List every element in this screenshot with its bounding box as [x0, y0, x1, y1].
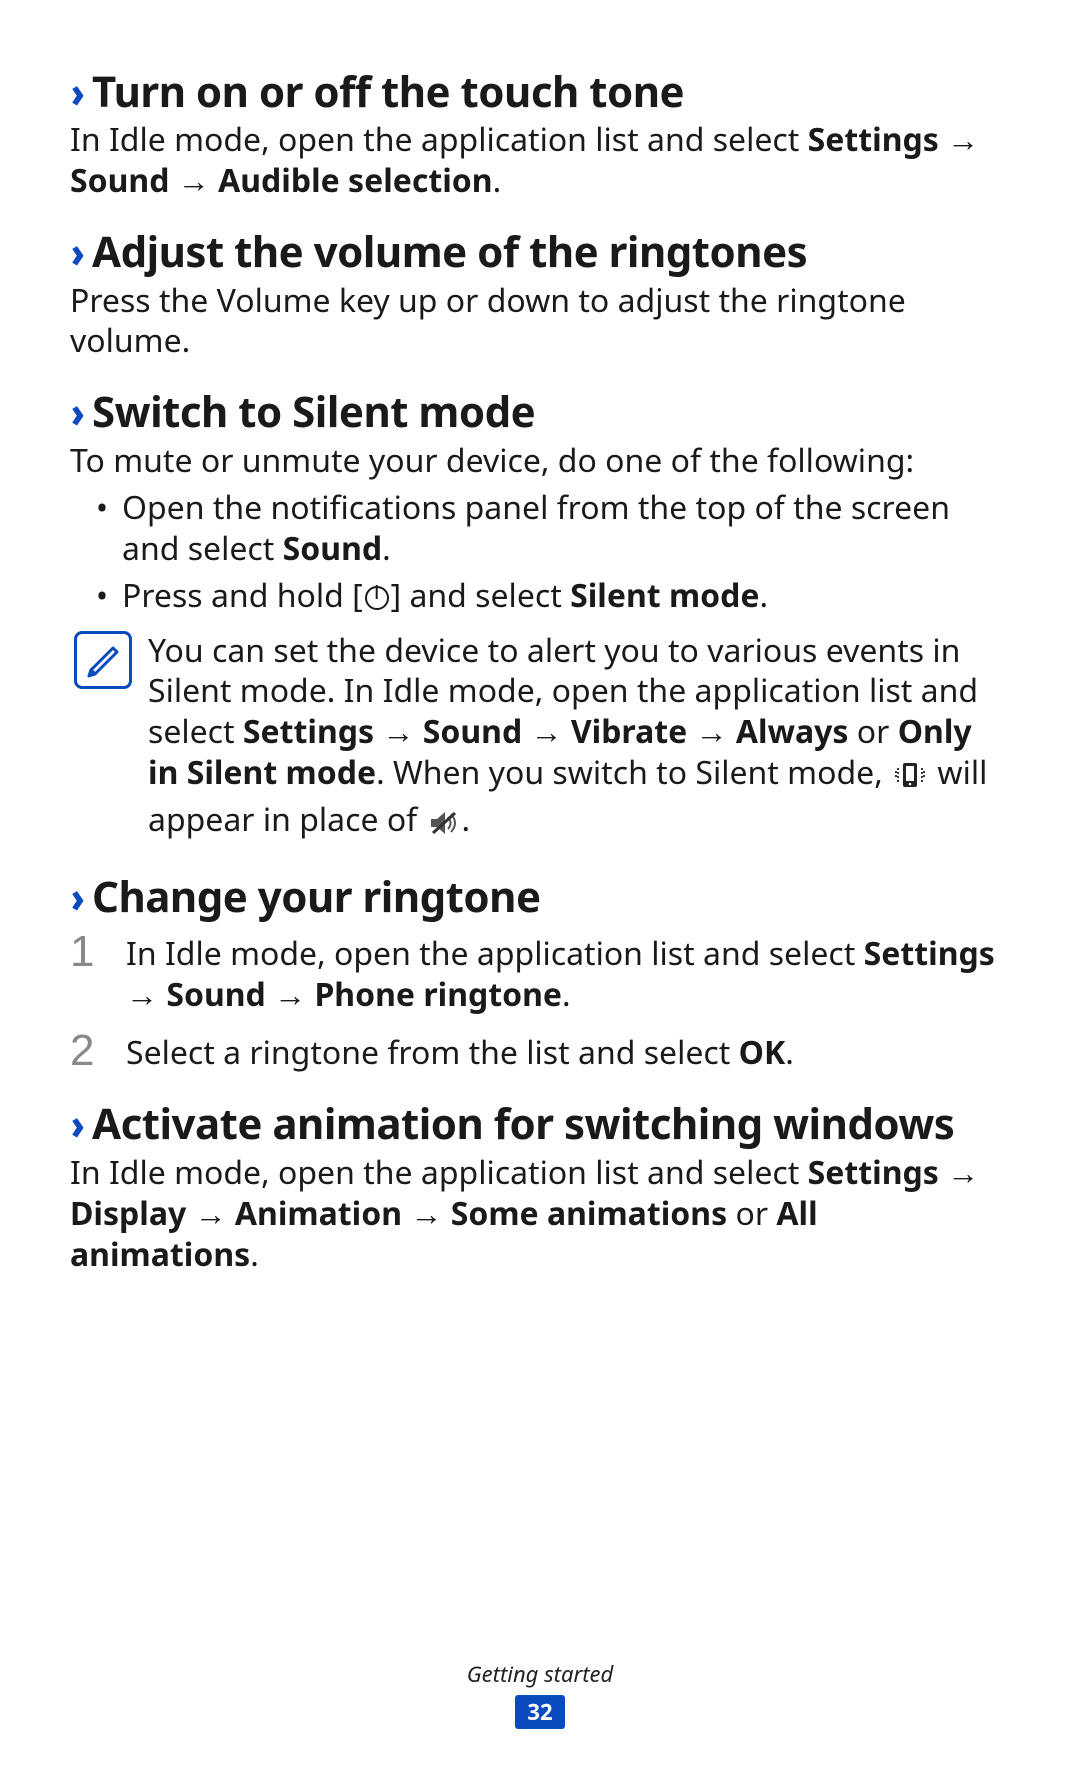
label-always: Always	[736, 710, 849, 753]
heading-volume: Adjust the volume of the ringtones	[92, 228, 807, 276]
text: .	[760, 574, 769, 617]
page-footer: Getting started 32	[0, 1659, 1080, 1729]
chevron-right-icon: ›	[71, 392, 83, 432]
text: Open the notifications panel from the to…	[122, 486, 950, 570]
list-item: Press and hold [ ] and select Silent mode…	[100, 576, 1010, 617]
chevron-right-icon: ›	[71, 1104, 83, 1144]
heading-ringtone: Change your ringtone	[92, 873, 541, 921]
text: Select a ringtone from the list and sele…	[126, 1031, 739, 1074]
text: ] and select	[391, 574, 571, 617]
ringtone-steps: 1 In Idle mode, open the application lis…	[70, 930, 1010, 1075]
body-touch-tone: In Idle mode, open the application list …	[70, 120, 1010, 202]
step-number: 1	[70, 930, 106, 1016]
heading-animation: Activate animation for switching windows	[92, 1100, 954, 1148]
arrow-icon: →	[186, 1192, 235, 1235]
text: .	[562, 973, 571, 1016]
body-animation: In Idle mode, open the application list …	[70, 1153, 1010, 1276]
text: .	[250, 1233, 259, 1276]
silent-bullets: Open the notifications panel from the to…	[70, 488, 1010, 617]
label-animation: Animation	[235, 1192, 402, 1235]
section-volume: › Adjust the volume of the ringtones Pre…	[70, 228, 1010, 362]
note-row: You can set the device to alert you to v…	[70, 631, 1010, 848]
arrow-icon: →	[522, 710, 571, 753]
step-body: Select a ringtone from the list and sele…	[126, 1029, 1010, 1074]
section-touch-tone: › Turn on or off the touch tone In Idle …	[70, 68, 1010, 202]
text: .	[382, 527, 391, 570]
list-item: Open the notifications panel from the to…	[100, 488, 1010, 570]
chevron-right-icon: ›	[71, 72, 83, 112]
text: or	[848, 710, 897, 753]
step-2: 2 Select a ringtone from the list and se…	[70, 1029, 1010, 1074]
page-number: 32	[515, 1695, 564, 1729]
label-phone-ringtone: Phone ringtone	[314, 973, 562, 1016]
speaker-mute-icon	[429, 806, 459, 847]
arrow-icon: →	[374, 710, 423, 753]
text: .	[785, 1031, 794, 1074]
body-silent-intro: To mute or unmute your device, do one of…	[70, 441, 1010, 482]
text: or	[727, 1192, 776, 1235]
note-body: You can set the device to alert you to v…	[148, 631, 1010, 848]
label-silent-mode: Silent mode	[570, 574, 759, 617]
section-silent: › Switch to Silent mode To mute or unmut…	[70, 388, 1010, 847]
note-icon	[74, 631, 132, 689]
arrow-icon: →	[169, 159, 218, 202]
text: In Idle mode, open the application list …	[70, 1151, 808, 1194]
section-animation: › Activate animation for switching windo…	[70, 1100, 1010, 1275]
label-ok: OK	[739, 1031, 786, 1074]
label-audible-selection: Audible selection	[218, 159, 493, 202]
arrow-icon: →	[687, 710, 736, 753]
section-ringtone: › Change your ringtone 1 In Idle mode, o…	[70, 873, 1010, 1074]
label-sound: Sound	[423, 710, 522, 753]
step-1: 1 In Idle mode, open the application lis…	[70, 930, 1010, 1016]
chevron-right-icon: ›	[71, 877, 83, 917]
label-sound: Sound	[70, 159, 169, 202]
manual-page: › Turn on or off the touch tone In Idle …	[0, 0, 1080, 1276]
footer-label: Getting started	[0, 1659, 1080, 1689]
text: .	[462, 798, 471, 841]
label-settings: Settings	[243, 710, 374, 753]
label-sound: Sound	[283, 527, 382, 570]
label-settings: Settings	[808, 118, 939, 161]
vibrate-phone-icon	[894, 759, 926, 800]
text: In Idle mode, open the application list …	[70, 118, 808, 161]
label-display: Display	[70, 1192, 186, 1235]
step-body: In Idle mode, open the application list …	[126, 930, 1010, 1016]
text: . When you switch to Silent mode,	[376, 751, 891, 794]
power-icon	[365, 586, 389, 610]
arrow-icon: →	[126, 973, 166, 1016]
heading-touch-tone: Turn on or off the touch tone	[92, 68, 684, 116]
text: Press and hold [	[122, 574, 363, 617]
label-settings: Settings	[864, 932, 995, 975]
label-sound: Sound	[166, 973, 265, 1016]
body-volume: Press the Volume key up or down to adjus…	[70, 281, 1010, 363]
text: In Idle mode, open the application list …	[126, 932, 864, 975]
heading-silent: Switch to Silent mode	[92, 388, 535, 436]
label-settings: Settings	[808, 1151, 939, 1194]
label-some-animations: Some animations	[451, 1192, 727, 1235]
arrow-icon: →	[402, 1192, 451, 1235]
arrow-icon: →	[939, 118, 979, 161]
chevron-right-icon: ›	[71, 232, 83, 272]
text: .	[493, 159, 502, 202]
step-number: 2	[70, 1029, 106, 1074]
label-vibrate: Vibrate	[571, 710, 687, 753]
arrow-icon: →	[939, 1151, 979, 1194]
arrow-icon: →	[266, 973, 315, 1016]
